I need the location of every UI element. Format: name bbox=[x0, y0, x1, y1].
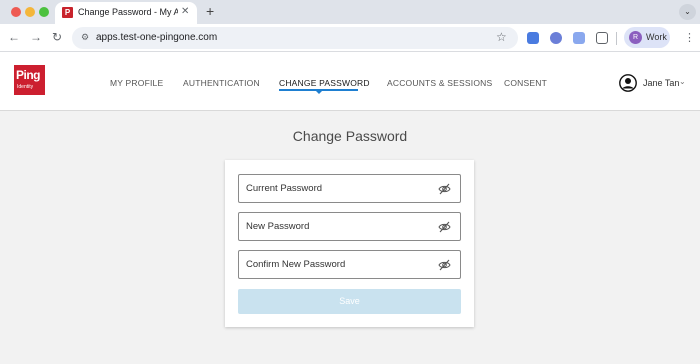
user-name[interactable]: Jane Tan bbox=[643, 78, 679, 88]
nav-change-password[interactable]: CHANGE PASSWORD bbox=[279, 78, 370, 88]
save-button[interactable]: Save bbox=[238, 289, 461, 314]
chevron-down-icon[interactable]: ⌄ bbox=[679, 77, 686, 86]
minimize-window-button[interactable] bbox=[25, 7, 35, 17]
nav-accounts-sessions[interactable]: ACCOUNTS & SESSIONS bbox=[387, 78, 492, 88]
change-password-card: Current Password New Password Confirm Ne… bbox=[225, 160, 474, 327]
tab-title: Change Password - My Account bbox=[78, 7, 178, 17]
url-text[interactable]: apps.test-one-pingone.com bbox=[96, 32, 217, 43]
nav-authentication[interactable]: AUTHENTICATION bbox=[183, 78, 260, 88]
nav-consent[interactable]: CONSENT bbox=[504, 78, 547, 88]
profile-button[interactable]: R Work bbox=[624, 27, 670, 48]
close-tab-icon[interactable]: ✕ bbox=[181, 6, 189, 18]
bookmark-star-icon[interactable]: ☆ bbox=[496, 30, 507, 44]
logo-sub: Identity bbox=[17, 84, 34, 90]
site-info-icon[interactable]: ⚙ bbox=[81, 32, 89, 43]
maximize-window-button[interactable] bbox=[39, 7, 49, 17]
new-password-label: New Password bbox=[246, 221, 310, 232]
back-arrow-icon[interactable]: ← bbox=[8, 30, 20, 44]
new-password-field[interactable]: New Password bbox=[238, 212, 461, 241]
ping-identity-logo[interactable]: Ping Identity bbox=[14, 65, 45, 95]
browser-menu-icon[interactable]: ⋮ bbox=[684, 31, 695, 44]
current-password-field[interactable]: Current Password bbox=[238, 174, 461, 203]
extensions-puzzle-icon[interactable] bbox=[596, 32, 608, 44]
active-nav-caret bbox=[315, 90, 323, 94]
tab-search-chevron-icon[interactable]: ⌄ bbox=[679, 4, 696, 20]
browser-toolbar: ← → ↻ ⚙ apps.test-one-pingone.com ☆ R Wo… bbox=[0, 24, 700, 52]
nav-my-profile[interactable]: MY PROFILE bbox=[110, 78, 163, 88]
new-tab-button[interactable]: + bbox=[206, 3, 214, 19]
profile-label: Work bbox=[646, 32, 667, 42]
translate-extension-icon[interactable] bbox=[527, 32, 539, 44]
logo-name: Ping bbox=[16, 68, 41, 82]
user-avatar-icon[interactable] bbox=[619, 74, 637, 92]
forward-arrow-icon[interactable]: → bbox=[30, 30, 42, 44]
browser-tab-bar: P Change Password - My Account ✕ + ⌄ bbox=[0, 0, 700, 24]
confirm-new-password-label: Confirm New Password bbox=[246, 259, 346, 270]
site-header: Ping Identity MY PROFILE AUTHENTICATION … bbox=[0, 52, 700, 111]
profile-avatar: R bbox=[629, 31, 642, 44]
page-title: Change Password bbox=[292, 128, 408, 144]
browser-tab[interactable]: P Change Password - My Account ✕ bbox=[55, 2, 197, 24]
toolbar-divider bbox=[616, 32, 617, 45]
eye-off-icon[interactable] bbox=[438, 259, 451, 271]
current-password-label: Current Password bbox=[246, 183, 323, 194]
reload-icon[interactable]: ↻ bbox=[52, 30, 62, 44]
eye-off-icon[interactable] bbox=[438, 183, 451, 195]
close-window-button[interactable] bbox=[11, 7, 21, 17]
address-bar[interactable]: ⚙ apps.test-one-pingone.com ☆ bbox=[72, 27, 518, 49]
extension-icon[interactable] bbox=[550, 32, 562, 44]
favicon-icon: P bbox=[62, 7, 73, 18]
eye-off-icon[interactable] bbox=[438, 221, 451, 233]
confirm-new-password-field[interactable]: Confirm New Password bbox=[238, 250, 461, 279]
extension-icon[interactable] bbox=[573, 32, 585, 44]
